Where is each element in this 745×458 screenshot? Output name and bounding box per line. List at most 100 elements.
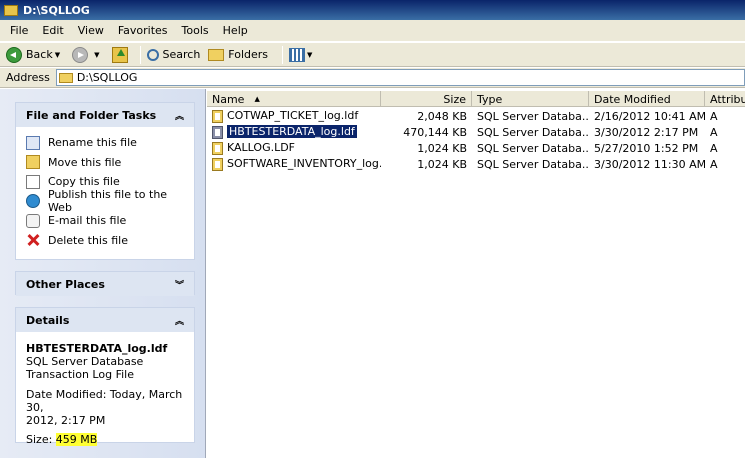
column-date-modified[interactable]: Date Modified bbox=[589, 91, 705, 107]
toolbar-separator bbox=[139, 45, 141, 64]
column-label: Attributes bbox=[710, 92, 745, 106]
column-attributes[interactable]: Attributes bbox=[705, 91, 745, 107]
task-label: Publish this file to the Web bbox=[47, 188, 168, 215]
details-type: SQL Server Database bbox=[26, 355, 144, 368]
ldf-file-icon bbox=[212, 141, 223, 155]
file-row-selected[interactable]: HBTESTERDATA_log.ldf 470,144 KB SQL Serv… bbox=[207, 124, 745, 140]
file-name: KALLOG.LDF bbox=[227, 141, 296, 155]
task-label: Delete this file bbox=[48, 233, 128, 247]
file-modified: 3/30/2012 2:17 PM bbox=[594, 125, 699, 139]
size-value: 459 MB bbox=[55, 433, 98, 446]
file-type: SQL Server Databa... bbox=[477, 109, 589, 123]
file-row[interactable]: KALLOG.LDF 1,024 KB SQL Server Databa...… bbox=[207, 140, 745, 156]
move-icon bbox=[26, 155, 40, 170]
back-label: Back bbox=[26, 48, 53, 61]
panel-title: Details bbox=[26, 313, 70, 327]
mail-icon bbox=[26, 213, 40, 228]
file-size: 470,144 KB bbox=[403, 125, 467, 139]
task-rename[interactable]: Rename this file bbox=[16, 133, 194, 153]
search-button[interactable]: Search bbox=[146, 45, 201, 65]
task-label: Move this file bbox=[48, 155, 122, 169]
details-body: HBTESTERDATA_log.ldf SQL Server Database… bbox=[16, 332, 194, 454]
other-places-panel: Other Places ︾ bbox=[15, 271, 195, 296]
chevron-down-icon[interactable]: ▼ bbox=[55, 51, 60, 59]
file-row[interactable]: COTWAP_TICKET_log.ldf 2,048 KB SQL Serve… bbox=[207, 108, 745, 124]
file-modified: 3/30/2012 11:30 AM bbox=[594, 157, 705, 171]
file-type: SQL Server Databa... bbox=[477, 157, 589, 171]
ldf-file-icon bbox=[212, 109, 223, 123]
views-button[interactable]: ▼ bbox=[289, 45, 316, 65]
menu-tools[interactable]: Tools bbox=[176, 24, 217, 37]
delete-icon bbox=[26, 233, 40, 247]
title-bar: D:\SQLLOG bbox=[0, 0, 745, 20]
address-label: Address bbox=[6, 71, 50, 84]
address-input[interactable]: D:\SQLLOG bbox=[55, 69, 745, 86]
address-value: D:\SQLLOG bbox=[76, 71, 138, 84]
task-publish[interactable]: Publish this file to the Web bbox=[16, 188, 194, 214]
file-attr: A bbox=[710, 125, 718, 139]
column-name[interactable]: Name ▲ bbox=[207, 91, 381, 107]
file-modified: 2/16/2012 10:41 AM bbox=[594, 109, 705, 123]
chevron-down-icon[interactable]: ▼ bbox=[94, 51, 99, 59]
search-label: Search bbox=[162, 48, 201, 61]
forward-arrow-icon bbox=[72, 46, 89, 63]
file-name: HBTESTERDATA_log.ldf bbox=[226, 125, 358, 139]
details-header[interactable]: Details ︽ bbox=[16, 308, 194, 332]
column-label: Size bbox=[443, 92, 466, 106]
column-label: Type bbox=[477, 92, 503, 106]
details-type: Transaction Log File bbox=[26, 368, 134, 381]
file-rows: COTWAP_TICKET_log.ldf 2,048 KB SQL Serve… bbox=[207, 108, 745, 172]
menu-bar: File Edit View Favorites Tools Help bbox=[0, 20, 745, 42]
file-type: SQL Server Databa... bbox=[477, 125, 589, 139]
file-size: 1,024 KB bbox=[417, 157, 467, 171]
folders-button[interactable]: Folders bbox=[208, 45, 268, 65]
file-attr: A bbox=[710, 141, 718, 155]
menu-help[interactable]: Help bbox=[217, 24, 256, 37]
globe-icon bbox=[26, 194, 40, 209]
details-filename: HBTESTERDATA_log.ldf bbox=[26, 342, 168, 355]
task-move[interactable]: Move this file bbox=[16, 153, 194, 173]
file-name: COTWAP_TICKET_log.ldf bbox=[227, 109, 359, 123]
chevron-down-icon: ▼ bbox=[307, 50, 313, 59]
menu-favorites[interactable]: Favorites bbox=[112, 24, 176, 37]
collapse-icon[interactable]: ︽ bbox=[175, 314, 184, 327]
column-type[interactable]: Type bbox=[472, 91, 589, 107]
file-name: SOFTWARE_INVENTORY_log.ldf bbox=[227, 157, 381, 171]
column-header: Name ▲ Size Type Date Modified Attributes bbox=[207, 91, 745, 107]
file-attr: A bbox=[710, 157, 718, 171]
column-size[interactable]: Size bbox=[381, 91, 472, 107]
copy-icon bbox=[26, 174, 40, 189]
file-folder-tasks-header[interactable]: File and Folder Tasks ︽ bbox=[16, 103, 194, 127]
size-label: Size: bbox=[26, 433, 53, 446]
task-label: Rename this file bbox=[48, 136, 137, 150]
toolbar: Back ▼ ▼ Search Folders ▼ bbox=[0, 43, 745, 67]
menu-view[interactable]: View bbox=[72, 24, 112, 37]
menu-edit[interactable]: Edit bbox=[36, 24, 71, 37]
collapse-icon[interactable]: ︽ bbox=[175, 109, 184, 122]
back-button[interactable]: Back ▼ bbox=[6, 45, 64, 65]
file-folder-tasks-panel: File and Folder Tasks ︽ Rename this file… bbox=[15, 102, 195, 260]
other-places-header[interactable]: Other Places ︾ bbox=[16, 272, 194, 296]
window-title: D:\SQLLOG bbox=[23, 3, 90, 17]
task-delete[interactable]: Delete this file bbox=[16, 231, 194, 251]
folder-icon bbox=[58, 72, 73, 83]
file-attr: A bbox=[710, 109, 718, 123]
file-modified: 5/27/2010 1:52 PM bbox=[594, 141, 699, 155]
details-modified: Date Modified: Today, March 30, bbox=[26, 388, 183, 414]
file-row[interactable]: SOFTWARE_INVENTORY_log.ldf 1,024 KB SQL … bbox=[207, 156, 745, 172]
expand-icon[interactable]: ︾ bbox=[175, 278, 184, 291]
search-icon bbox=[146, 48, 159, 61]
ldf-file-icon bbox=[212, 125, 223, 139]
file-size: 1,024 KB bbox=[417, 141, 467, 155]
back-arrow-icon bbox=[6, 46, 22, 63]
menu-file[interactable]: File bbox=[4, 24, 36, 37]
up-folder-icon[interactable] bbox=[111, 46, 128, 63]
file-type: SQL Server Databa... bbox=[477, 141, 589, 155]
task-pane: File and Folder Tasks ︽ Rename this file… bbox=[0, 89, 206, 458]
sort-ascending-icon: ▲ bbox=[254, 95, 260, 103]
details-size: Size: 459 MB bbox=[26, 433, 184, 446]
forward-button[interactable]: ▼ bbox=[72, 45, 103, 65]
views-icon bbox=[289, 47, 306, 62]
column-label: Date Modified bbox=[594, 92, 671, 106]
task-label: E-mail this file bbox=[48, 214, 127, 228]
